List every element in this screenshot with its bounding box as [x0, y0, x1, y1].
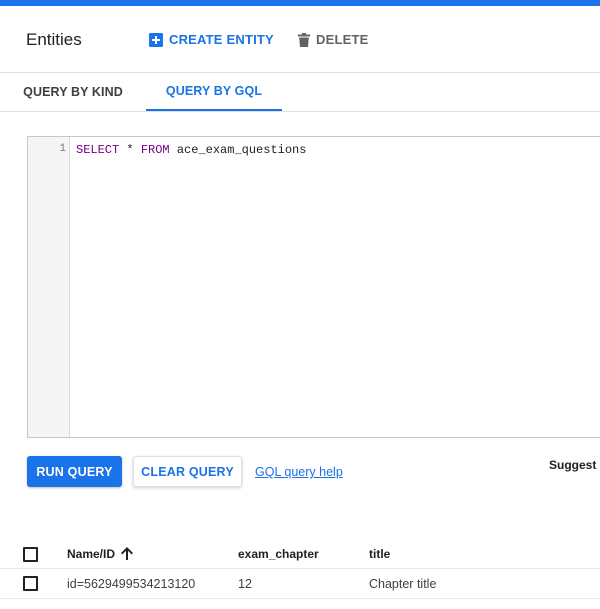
- token-star: *: [119, 143, 141, 157]
- results-table-header: Name/ID exam_chapter title: [0, 540, 600, 568]
- row-divider: [0, 568, 600, 569]
- query-code-line[interactable]: SELECT * FROM ace_exam_questions: [76, 143, 306, 157]
- cell-title: Chapter title: [369, 577, 437, 591]
- create-entity-label: CREATE ENTITY: [169, 32, 274, 47]
- page-header: Entities CREATE ENTITY DELETE: [0, 6, 600, 72]
- run-query-button[interactable]: RUN QUERY: [27, 456, 122, 487]
- column-name-id-label: Name/ID: [67, 547, 116, 562]
- keyword-from: FROM: [140, 143, 170, 157]
- tabs-divider: [0, 111, 600, 112]
- column-header-name-id[interactable]: Name/ID: [67, 547, 134, 563]
- tab-query-by-gql[interactable]: QUERY BY GQL: [146, 73, 282, 111]
- query-tabs: QUERY BY KIND QUERY BY GQL: [0, 73, 600, 111]
- row-checkbox[interactable]: [23, 576, 38, 591]
- trash-icon: [298, 32, 310, 47]
- delete-button[interactable]: DELETE: [298, 32, 368, 47]
- delete-label: DELETE: [316, 32, 369, 47]
- add-box-icon: [149, 32, 163, 47]
- column-header-exam-chapter[interactable]: exam_chapter: [238, 547, 319, 561]
- token-table-name: ace_exam_questions: [169, 143, 307, 157]
- cell-name-id[interactable]: id=5629499534213120: [67, 577, 195, 591]
- sort-ascending-icon[interactable]: [121, 547, 134, 563]
- table-row[interactable]: id=5629499534213120 12 Chapter title: [0, 570, 600, 598]
- suggest-label[interactable]: Suggest: [549, 458, 596, 472]
- tab-query-by-kind[interactable]: QUERY BY KIND: [0, 73, 146, 111]
- column-header-title[interactable]: title: [369, 547, 390, 561]
- create-entity-button[interactable]: CREATE ENTITY: [149, 32, 274, 47]
- gql-query-help-link[interactable]: GQL query help: [255, 465, 343, 479]
- page-title: Entities: [26, 30, 82, 49]
- cell-exam-chapter: 12: [238, 577, 252, 591]
- select-all-checkbox[interactable]: [23, 547, 38, 562]
- row-divider-bottom: [0, 598, 600, 599]
- gql-editor[interactable]: 1 SELECT * FROM ace_exam_questions: [27, 136, 600, 438]
- line-number: 1: [59, 143, 66, 155]
- keyword-select: SELECT: [76, 143, 120, 157]
- clear-query-button[interactable]: CLEAR QUERY: [133, 456, 242, 487]
- editor-gutter: 1: [28, 137, 70, 437]
